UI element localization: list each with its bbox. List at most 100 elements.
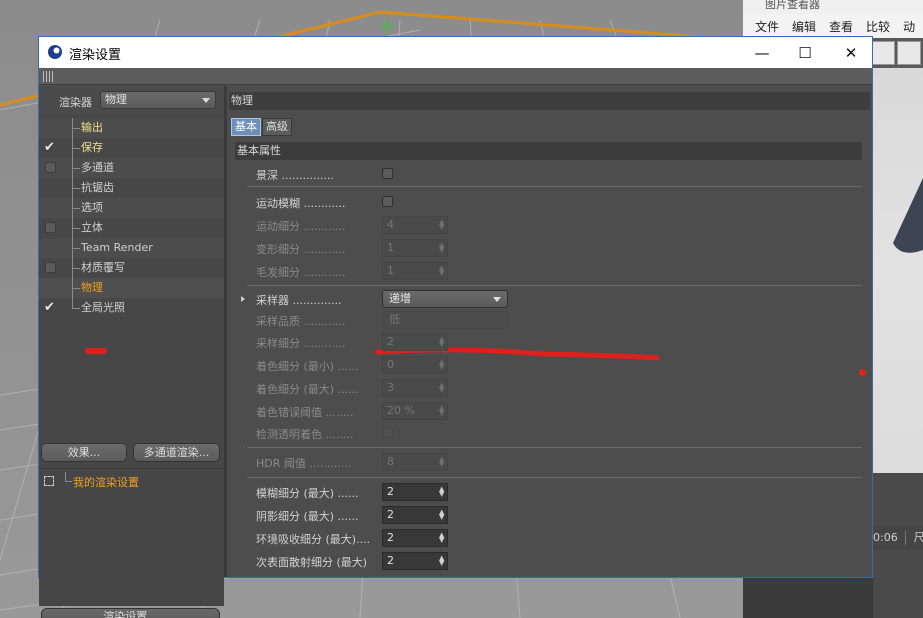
settings-item-checkbox[interactable] [45, 222, 56, 233]
tab-basic[interactable]: 基本 [231, 118, 261, 136]
ao-subdivisions-max-field[interactable]: 2 ▲ ▼ [382, 529, 448, 547]
settings-item-label: 全局光照 [81, 301, 125, 314]
pv-menu-animation[interactable]: 动 [903, 18, 915, 35]
settings-item-team-render[interactable]: Team Render [39, 238, 224, 258]
chevron-down-icon [493, 297, 501, 302]
tree-branch [72, 248, 80, 249]
multipass-render-button[interactable]: 多通道渲染... [133, 443, 220, 462]
dialog-title: 渲染设置 [69, 48, 122, 63]
sss-subdivisions-max-field[interactable]: 2 ▲ ▼ [382, 552, 448, 570]
row-sampling-subdivisions: 采样细分 ............ 2 ▲ ▼ [227, 332, 872, 352]
property-label: 运动模糊 ............ [256, 197, 346, 210]
checkmark-icon[interactable]: ✔ [44, 138, 55, 158]
settings-item-multipass[interactable]: 多通道 [39, 158, 224, 178]
shading-subdivisions-max-field[interactable]: 3 ▲ ▼ [382, 379, 448, 397]
row-hair-subdivisions: 毛发细分 ............ 1 ▲ ▼ [227, 261, 872, 281]
tree-branch [72, 228, 80, 229]
minimize-button[interactable]: — [739, 37, 785, 68]
hair-subdivisions-field[interactable]: 1 ▲ ▼ [382, 262, 448, 280]
tree-branch [72, 268, 80, 269]
separator [247, 477, 862, 478]
detect-transparent-checkbox[interactable] [382, 427, 393, 438]
renderer-label: 渲染器 [59, 96, 92, 109]
render-settings-dialog: 渲染设置 — ☐ ✕ 渲染器 物理 输出 ✔ 保存 多通道 抗锯齿 选项 立体 … [38, 36, 874, 618]
picture-viewer-menubar: 文件 编辑 查看 比较 动 [743, 14, 923, 38]
property-label: 采样细分 ............ [256, 337, 346, 350]
render-setting-icon[interactable] [44, 476, 54, 486]
settings-item-stereoscopic[interactable]: 立体 [39, 218, 224, 238]
render-settings-button[interactable]: 渲染设置... [41, 608, 220, 618]
pv-render-icon[interactable] [897, 41, 921, 65]
pv-menu-compare[interactable]: 比较 [866, 18, 890, 35]
property-label: 毛发细分 ............ [256, 266, 346, 279]
close-button[interactable]: ✕ [828, 37, 874, 68]
settings-item-physical[interactable]: 物理 [39, 278, 224, 298]
settings-item-options[interactable]: 选项 [39, 198, 224, 218]
blur-subdivisions-max-field[interactable]: 2 ▲ ▼ [382, 483, 448, 501]
red-annotation-mark [85, 348, 107, 354]
panel-header: 物理 [229, 92, 870, 110]
pv-menu-edit[interactable]: 编辑 [792, 18, 816, 35]
picture-viewer-status: 0:06 尺寸 [873, 526, 923, 550]
separator [247, 447, 862, 448]
renderer-select[interactable]: 物理 [100, 91, 216, 109]
row-blur-subdivisions-max: 模糊细分 (最大) ...... 2 ▲ ▼ [227, 482, 872, 502]
tree-branch [72, 148, 80, 149]
left-panel: 渲染器 物理 输出 ✔ 保存 多通道 抗锯齿 选项 立体 Team Render… [39, 86, 224, 618]
tab-bar: 基本 高级 [231, 118, 293, 136]
checkmark-icon[interactable]: ✔ [44, 298, 55, 318]
pv-tool-button-1[interactable] [871, 41, 895, 65]
row-sampling-quality: 采样品质 ............ 低 [227, 310, 872, 330]
settings-item-label: 物理 [81, 281, 103, 294]
deformation-subdivisions-field[interactable]: 1 ▲ ▼ [382, 239, 448, 257]
settings-item-checkbox[interactable] [45, 262, 56, 273]
row-depth-of-field: 景深 ............... [227, 164, 872, 184]
depth-of-field-checkbox[interactable] [382, 168, 393, 179]
sampling-quality-select[interactable]: 低 [382, 311, 508, 329]
settings-item-label: 多通道 [81, 161, 114, 174]
shadow-subdivisions-max-field[interactable]: 2 ▲ ▼ [382, 506, 448, 524]
tree-branch [72, 208, 80, 209]
preset-item-my-render-settings[interactable]: 我的渲染设置 [73, 474, 139, 490]
tree-branch [72, 288, 80, 289]
shading-error-threshold-field[interactable]: 20 % ▲ ▼ [382, 402, 448, 420]
motion-subdivisions-field[interactable]: 4 ▲ ▼ [382, 216, 448, 234]
motion-blur-checkbox[interactable] [382, 196, 393, 207]
settings-item-save[interactable]: ✔ 保存 [39, 138, 224, 158]
row-motion-subdivisions: 运动细分 ............ 4 ▲ ▼ [227, 215, 872, 235]
row-shading-error-threshold: 着色错误阈值 ........ 20 % ▲ ▼ [227, 401, 872, 421]
settings-item-label: 保存 [81, 141, 103, 154]
property-label: 模糊细分 (最大) ...... [256, 487, 359, 500]
tab-advanced[interactable]: 高级 [262, 118, 292, 136]
property-label: 运动细分 ............ [256, 220, 346, 233]
sampler-select-value: 递增 [389, 292, 411, 305]
effects-button[interactable]: 效果... [41, 443, 127, 462]
pv-menu-file[interactable]: 文件 [755, 18, 779, 35]
chevron-down-icon [202, 98, 210, 103]
settings-item-antialiasing[interactable]: 抗锯齿 [39, 178, 224, 198]
property-label: HDR 阈值 ............ [256, 457, 352, 470]
cone-shape [893, 178, 923, 253]
sampling-subdivisions-field[interactable]: 2 ▲ ▼ [382, 333, 448, 351]
red-annotation-dot [859, 369, 866, 376]
row-deformation-subdivisions: 变形细分 ............ 1 ▲ ▼ [227, 238, 872, 258]
maximize-button[interactable]: ☐ [782, 37, 828, 68]
hdr-threshold-field[interactable]: 8 ▲ ▼ [382, 453, 448, 471]
property-label: 采样器 .............. [256, 294, 342, 307]
settings-item-output[interactable]: 输出 [39, 118, 224, 138]
pv-menu-view[interactable]: 查看 [829, 18, 853, 35]
property-label: 着色细分 (最大) ...... [256, 383, 359, 396]
render-presets-area: 我的渲染设置 [39, 468, 224, 606]
cinema4d-logo-icon [48, 45, 62, 59]
settings-item-checkbox[interactable] [45, 162, 56, 173]
right-panel: 物理 基本 高级 基本属性 景深 ............... 运动模糊 ..… [227, 86, 872, 577]
expand-arrow-icon[interactable] [241, 296, 245, 302]
menu-grip-icon[interactable] [43, 71, 55, 82]
tree-branch [72, 308, 80, 309]
settings-item-global-illumination[interactable]: ✔ 全局光照 [39, 298, 224, 318]
separator [247, 186, 862, 187]
shading-subdivisions-min-field[interactable]: 0 ▲ ▼ [382, 356, 448, 374]
pv-status-size: 尺寸 [913, 531, 923, 544]
settings-item-material-override[interactable]: 材质覆写 [39, 258, 224, 278]
sampler-select[interactable]: 递增 [382, 290, 508, 308]
